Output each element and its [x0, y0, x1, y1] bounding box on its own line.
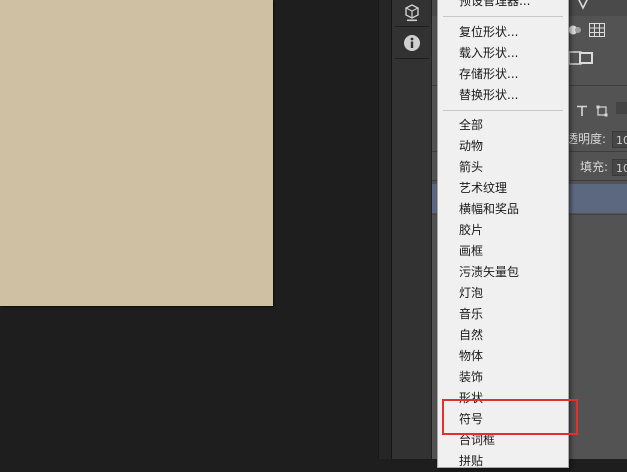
adjustment-icon[interactable] — [568, 22, 582, 41]
menu-item-music[interactable]: 音乐 — [459, 304, 564, 325]
shapes-context-menu: 预设管理器... 复位形状... 载入形状... 存储形状... 替换形状...… — [437, 0, 569, 468]
menu-item-banners-awards[interactable]: 横幅和奖品 — [459, 199, 564, 220]
type-filter-icon[interactable] — [576, 102, 588, 121]
opacity-field[interactable]: 10 — [612, 131, 627, 148]
panel-divider[interactable] — [378, 0, 392, 459]
menu-item-tiles[interactable]: 拼贴 — [459, 451, 564, 472]
menu-separator — [443, 16, 563, 17]
highlight-box — [442, 399, 578, 435]
smart-filter-icon[interactable] — [616, 102, 627, 114]
warp-icon[interactable] — [574, 0, 592, 16]
menu-item-film[interactable]: 胶片 — [459, 220, 564, 241]
menu-item-arrows[interactable]: 箭头 — [459, 157, 564, 178]
menu-item-grime-vector-pack[interactable]: 污渍矢量包 — [459, 262, 564, 283]
menu-item-reset-shapes[interactable]: 复位形状... — [459, 22, 564, 43]
document-canvas[interactable] — [0, 0, 273, 306]
menu-item-load-shapes[interactable]: 载入形状... — [459, 43, 564, 64]
fill-field[interactable]: 10 — [612, 159, 627, 176]
dock-separator — [395, 26, 429, 27]
menu-item-save-shapes[interactable]: 存储形状... — [459, 64, 564, 85]
menu-item-animals[interactable]: 动物 — [459, 136, 564, 157]
menu-item-ornaments[interactable]: 装饰 — [459, 367, 564, 388]
info-icon[interactable] — [401, 32, 423, 54]
menu-item-artistic-textures[interactable]: 艺术纹理 — [459, 178, 564, 199]
shape-filter-icon[interactable] — [596, 102, 608, 121]
opacity-label: 透明度: — [566, 132, 607, 146]
3d-icon[interactable] — [401, 2, 423, 24]
menu-item-nature[interactable]: 自然 — [459, 325, 564, 346]
fill-label: 填充: — [580, 160, 609, 174]
menu-item-preset-manager[interactable]: 预设管理器... — [459, 0, 564, 12]
icon-dock — [392, 0, 432, 459]
menu-item-light-bulb[interactable]: 灯泡 — [459, 283, 564, 304]
menu-item-all[interactable]: 全部 — [459, 115, 564, 136]
menu-item-replace-shapes[interactable]: 替换形状... — [459, 85, 564, 106]
mask-alt-icon[interactable] — [578, 50, 594, 69]
menu-item-frames[interactable]: 画框 — [459, 241, 564, 262]
dock-separator — [395, 58, 429, 59]
menu-separator — [443, 110, 563, 111]
menu-item-objects[interactable]: 物体 — [459, 346, 564, 367]
canvas-workspace[interactable] — [0, 0, 378, 459]
grid-icon[interactable] — [589, 22, 605, 41]
